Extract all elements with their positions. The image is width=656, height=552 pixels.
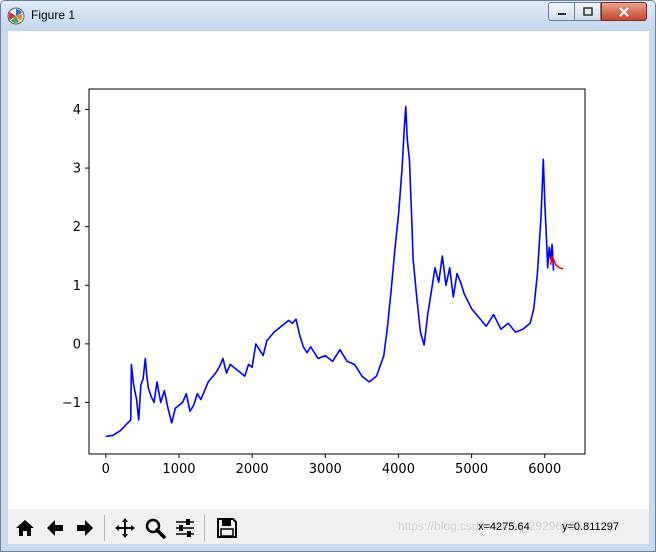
home-icon <box>16 520 34 536</box>
y-tick-label: −1 <box>62 396 81 411</box>
close-icon <box>619 6 629 17</box>
minimize-icon <box>557 12 566 15</box>
forward-button[interactable] <box>72 515 98 541</box>
x-tick-label: 5000 <box>455 462 488 477</box>
close-button[interactable] <box>601 2 647 21</box>
forward-arrow-icon <box>77 520 93 536</box>
x-tick-label: 4000 <box>382 462 415 477</box>
matplotlib-icon <box>7 7 25 25</box>
back-arrow-icon <box>47 520 63 536</box>
y-tick-label: 3 <box>73 162 81 177</box>
cursor-x-readout: x=4275.64 <box>478 521 530 533</box>
x-tick-label: 0 <box>102 462 110 477</box>
y-tick-label: 2 <box>73 220 81 235</box>
y-tick-label: 4 <box>73 103 81 118</box>
title-bar[interactable]: Figure 1 <box>1 1 655 31</box>
figure-window: Figure 1 0 1000 2000 3000 4000 5000 6000 −1 0 1 2… <box>0 0 656 552</box>
cursor-y-readout: y=0.811297 <box>562 521 619 533</box>
configure-subplots-button[interactable] <box>172 515 198 541</box>
figure-canvas-area: 0 1000 2000 3000 4000 5000 6000 −1 0 1 2 3 4 <box>8 31 649 544</box>
line-chart[interactable]: 0 1000 2000 3000 4000 5000 6000 −1 0 1 2 3 4 <box>8 31 649 509</box>
y-axis: −1 0 1 2 3 4 <box>62 103 89 411</box>
zoom-icon <box>145 518 166 539</box>
navigation-toolbar: https://blog.csdn.net/qq_29296886 x=4275… <box>8 509 649 544</box>
configure-subplots-icon <box>176 519 194 537</box>
window-title: Figure 1 <box>31 8 76 22</box>
x-tick-label: 6000 <box>528 462 561 477</box>
back-button[interactable] <box>42 515 68 541</box>
save-button[interactable] <box>214 515 240 541</box>
toolbar-separator <box>104 515 105 541</box>
x-tick-label: 1000 <box>162 462 195 477</box>
pan-button[interactable] <box>112 515 138 541</box>
zoom-button[interactable] <box>142 515 168 541</box>
pan-icon <box>115 518 135 538</box>
axes-frame <box>88 88 586 455</box>
y-tick-label: 1 <box>73 279 81 294</box>
maximize-icon <box>582 7 593 16</box>
x-axis: 0 1000 2000 3000 4000 5000 6000 <box>102 454 561 477</box>
minimize-button[interactable] <box>548 2 575 21</box>
home-button[interactable] <box>12 515 38 541</box>
toolbar-separator <box>204 515 205 541</box>
y-tick-label: 0 <box>73 337 81 352</box>
x-tick-label: 2000 <box>236 462 269 477</box>
save-icon <box>217 518 237 538</box>
x-tick-label: 3000 <box>309 462 342 477</box>
maximize-button[interactable] <box>574 2 601 21</box>
